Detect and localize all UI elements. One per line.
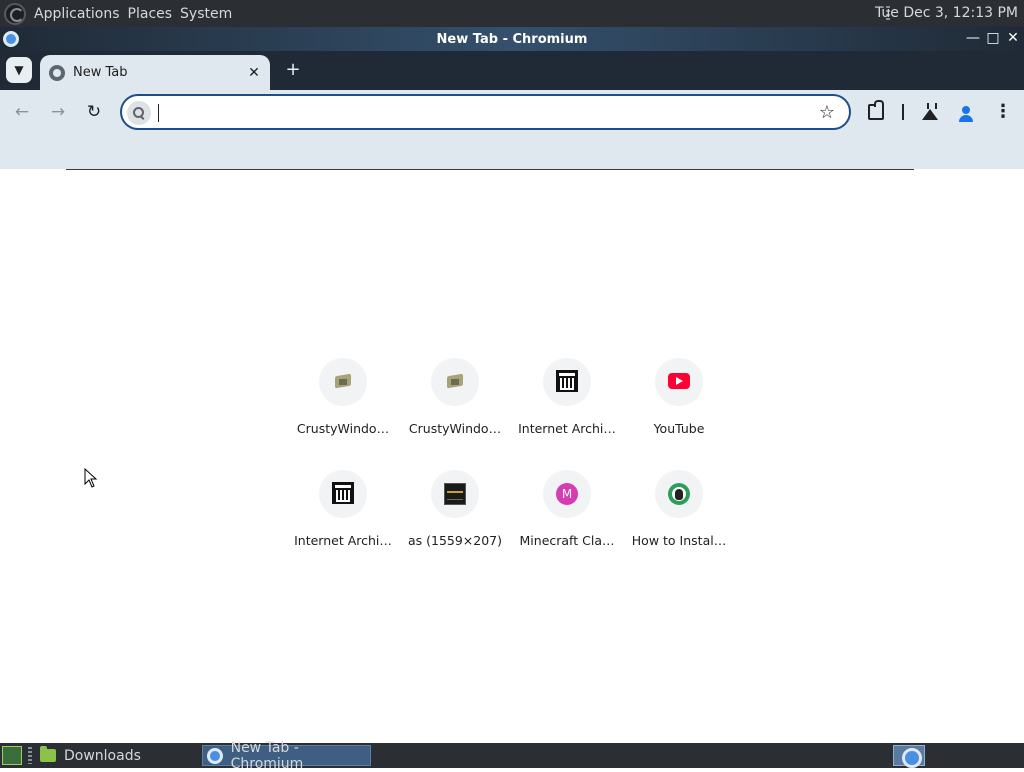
shortcut-icon-container <box>655 358 703 406</box>
chromium-icon[interactable] <box>3 31 19 47</box>
omnibox[interactable]: ☆ <box>120 94 851 130</box>
menu-places[interactable]: Places <box>124 6 177 22</box>
back-button[interactable]: ← <box>10 102 34 122</box>
clock[interactable]: Tue Dec 3, 12:13 PM <box>875 5 1018 21</box>
minimize-button[interactable]: — <box>966 29 980 47</box>
tab-strip: ▼ New Tab ✕ + <box>0 51 1024 90</box>
shortcut-label: YouTube <box>653 421 705 436</box>
shortcut-icon-container <box>655 470 703 518</box>
forward-button[interactable]: → <box>46 102 70 122</box>
address-bar-input[interactable] <box>156 100 806 126</box>
image-thumbnail-icon <box>444 483 466 505</box>
reload-button[interactable]: ↻ <box>82 102 106 122</box>
text-caret <box>158 104 159 122</box>
shortcut-tile[interactable]: YouTube <box>623 340 735 452</box>
globe-icon <box>49 64 65 81</box>
window-titlebar[interactable]: New Tab - Chromium — □ ✕ <box>0 27 1024 51</box>
folder-icon <box>40 746 56 762</box>
taskbar-item-label: New Tab - Chromium <box>230 739 304 772</box>
toolbar-separator <box>902 104 904 120</box>
close-tab-icon[interactable]: ✕ <box>246 65 262 81</box>
tray-chromium-icon[interactable] <box>893 745 925 768</box>
shortcut-tile[interactable]: CrustyWindo… <box>399 340 511 452</box>
linux-penguin-icon <box>668 483 690 505</box>
shortcut-icon-container <box>543 358 591 406</box>
shortcut-label: Internet Archi… <box>518 421 616 436</box>
browser-toolbar: ← → ↻ ☆ ⋮ <box>0 90 1024 169</box>
tab-new-tab[interactable]: New Tab ✕ <box>40 55 270 90</box>
letter-m-icon: M <box>556 483 578 505</box>
profile-avatar-icon[interactable] <box>957 104 975 122</box>
extensions-puzzle-icon[interactable] <box>868 100 884 120</box>
shortcut-label: Internet Archi… <box>294 533 392 548</box>
search-icon <box>127 101 151 125</box>
distro-logo-icon[interactable] <box>4 2 26 25</box>
show-desktop-icon[interactable] <box>2 746 22 765</box>
menu-applications[interactable]: Applications <box>30 6 124 22</box>
shortcut-label: CrustyWindo… <box>408 421 502 436</box>
shortcut-label: CrustyWindo… <box>296 421 390 436</box>
shortcut-icon-container <box>319 358 367 406</box>
shortcut-icon-container <box>431 470 479 518</box>
shortcut-tile[interactable]: as (1559×207) <box>399 452 511 564</box>
shortcut-icon-container <box>319 470 367 518</box>
taskbar-grip-handle[interactable] <box>28 747 32 764</box>
taskbar-item-downloads[interactable]: Downloads <box>36 745 196 766</box>
internet-archive-icon <box>556 370 578 392</box>
window-controls: — □ ✕ <box>966 29 1020 47</box>
shortcut-tile[interactable]: Internet Archi… <box>287 452 399 564</box>
internet-archive-icon <box>332 482 354 504</box>
chromium-icon <box>207 747 223 764</box>
taskbar-item-chromium[interactable]: New Tab - Chromium <box>202 740 371 772</box>
desktop-top-panel: Applications Places System Tue Dec 3, 12… <box>0 0 1024 27</box>
shortcut-label: Minecraft Cla… <box>519 533 615 548</box>
shortcut-icon-container <box>431 358 479 406</box>
tab-search-button[interactable]: ▼ <box>6 57 32 83</box>
taskbar-item-label: Downloads <box>64 747 141 764</box>
shortcut-label: How to Instal… <box>631 533 727 548</box>
shortcut-icon-container: M <box>543 470 591 518</box>
menu-system[interactable]: System <box>176 6 236 22</box>
bottom-taskbar: Downloads New Tab - Chromium <box>0 740 1024 772</box>
maximize-button[interactable]: □ <box>986 29 1000 47</box>
crusty-house-icon <box>446 372 464 390</box>
more-menu-icon[interactable]: ⋮ <box>994 102 1012 122</box>
shortcut-tile[interactable]: CrustyWindo… <box>287 340 399 452</box>
shortcut-tile[interactable]: Internet Archi… <box>511 340 623 452</box>
mouse-cursor-icon <box>84 468 98 488</box>
tab-title: New Tab <box>73 65 128 80</box>
crusty-house-icon <box>334 372 352 390</box>
shortcut-tile[interactable]: How to Instal… <box>623 452 735 564</box>
close-window-button[interactable]: ✕ <box>1006 29 1020 47</box>
shortcut-label: as (1559×207) <box>407 533 503 548</box>
new-tab-button[interactable]: + <box>282 59 304 81</box>
chrome-labs-flask-icon[interactable] <box>921 103 939 121</box>
bookmark-star-icon[interactable]: ☆ <box>819 101 835 125</box>
new-tab-page: CrustyWindo… CrustyWindo… Internet Archi… <box>0 170 1024 743</box>
window-title: New Tab - Chromium <box>436 31 588 47</box>
shortcut-tile[interactable]: M Minecraft Cla… <box>511 452 623 564</box>
youtube-icon <box>668 373 690 389</box>
